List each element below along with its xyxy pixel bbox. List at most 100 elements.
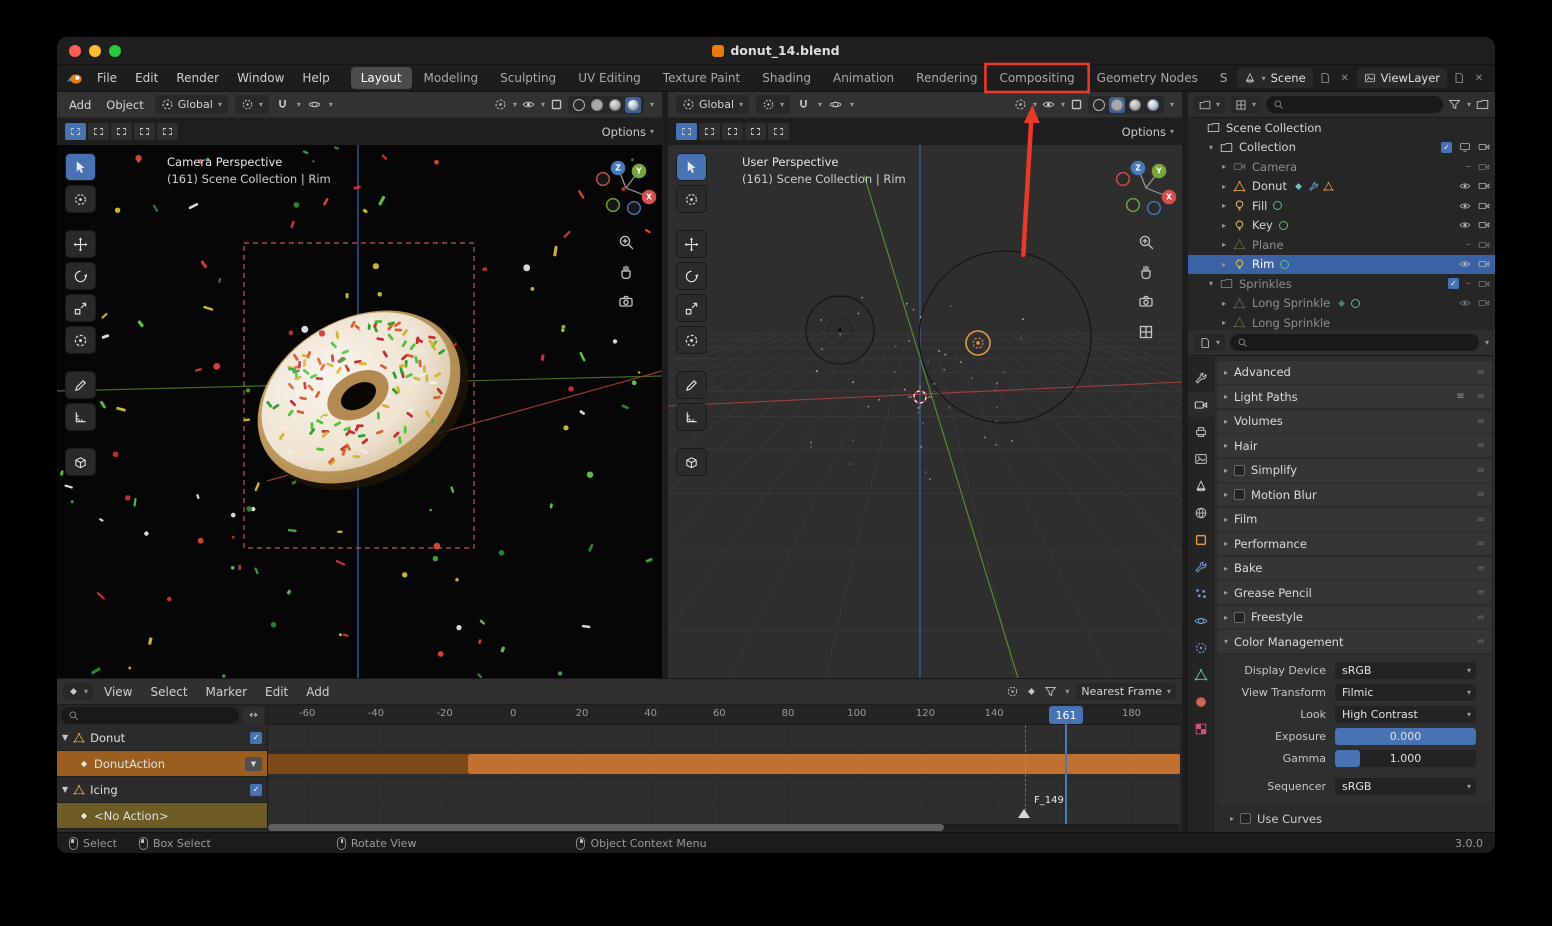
viewport-canvas[interactable] (57, 145, 662, 678)
panel-simplify[interactable]: ▸Simplify= (1217, 459, 1492, 482)
editor-type-select[interactable]: ▾ (1194, 334, 1225, 351)
channel-no-action[interactable]: <No Action> (57, 803, 267, 829)
annotate-tool[interactable] (65, 371, 96, 399)
panel-volumes[interactable]: ▸Volumes= (1217, 410, 1492, 433)
menu-render[interactable]: Render (167, 68, 228, 88)
workspace-tab-geometry-nodes[interactable]: Geometry Nodes (1087, 67, 1208, 89)
proportional-edit-toggle[interactable] (308, 98, 321, 111)
rotate-tool[interactable] (65, 262, 96, 290)
channel-search-input[interactable] (61, 707, 239, 724)
workspace-tab-shading[interactable]: Shading (752, 67, 821, 89)
timeline-menu-marker[interactable]: Marker (197, 682, 256, 702)
shading-solid[interactable] (589, 97, 605, 113)
expand-toggle[interactable]: ▸ (1219, 260, 1229, 269)
frame-ruler[interactable]: -60-40-20020406080100120140180 (268, 705, 1180, 725)
snap-toggle[interactable] (276, 98, 289, 111)
timeline-menu-add[interactable]: Add (297, 682, 338, 702)
snap-toggle[interactable] (797, 98, 810, 111)
shading-rendered[interactable] (1145, 97, 1161, 113)
properties-tab-render[interactable] (1188, 392, 1214, 417)
add-cube-tool[interactable] (676, 448, 707, 476)
checkbox-icon[interactable]: ✓ (1441, 142, 1452, 153)
channel-checkbox[interactable]: ✓ (250, 732, 262, 744)
timeline-scrollbar[interactable] (268, 824, 1180, 831)
timeline-menu-select[interactable]: Select (142, 682, 197, 702)
select-mode-2[interactable] (722, 123, 743, 140)
scene-selector[interactable]: ▾Scene (1237, 68, 1313, 88)
scrollbar-thumb[interactable] (268, 824, 944, 831)
select-mode-3[interactable] (134, 123, 155, 140)
new-collection-button[interactable] (1476, 98, 1489, 111)
cursor-tool[interactable] (676, 185, 707, 213)
show-overlays-toggle[interactable] (522, 98, 535, 111)
panel-film[interactable]: ▸Film= (1217, 508, 1492, 531)
outliner-item-donut[interactable]: ▸Donut (1188, 177, 1495, 197)
transform-orientation-select[interactable]: Global▾ (676, 95, 749, 114)
move-tool[interactable] (676, 230, 707, 258)
marker-label[interactable]: F_149 (1034, 795, 1064, 806)
expand-toggle[interactable]: ▸ (1219, 318, 1229, 327)
eye-icon[interactable] (1459, 200, 1471, 212)
outliner-item-collection[interactable]: ▾Collection✓ (1188, 138, 1495, 158)
camera-visibility-icon[interactable] (1478, 297, 1490, 309)
display-device-select[interactable]: sRGB▾ (1335, 662, 1476, 679)
expand-toggle[interactable]: ▸ (1219, 201, 1229, 210)
look-select[interactable]: High Contrast▾ (1335, 706, 1476, 723)
menu-help[interactable]: Help (293, 68, 338, 88)
timeline-menu-view[interactable]: View (95, 682, 141, 702)
minimize-button[interactable] (89, 45, 101, 57)
workspace-tab-compositing[interactable]: Compositing (989, 67, 1084, 89)
properties-tab-output[interactable] (1188, 419, 1214, 444)
properties-tab-material[interactable] (1188, 689, 1214, 714)
panel-bake[interactable]: ▸Bake= (1217, 557, 1492, 580)
camera-visibility-icon[interactable] (1478, 141, 1490, 153)
new-viewlayer-button[interactable] (1451, 70, 1467, 86)
editor-type-select[interactable]: ▾ (63, 683, 93, 700)
select-box-tool[interactable] (676, 153, 707, 181)
properties-tab-view-layer[interactable] (1188, 446, 1214, 471)
outliner-item-long-sprinkle[interactable]: ▸Long Sprinkle (1188, 294, 1495, 314)
expand-toggle[interactable]: ▼ (62, 733, 68, 742)
snap-mode-select[interactable]: Nearest Frame▾ (1076, 683, 1176, 700)
measure-tool[interactable] (65, 403, 96, 431)
checkbox-icon[interactable]: ✓ (1448, 278, 1459, 289)
expand-toggle[interactable]: ▾ (1206, 143, 1216, 152)
outliner-item-plane[interactable]: ▸Plane– (1188, 235, 1495, 255)
keying-icon[interactable] (1026, 686, 1037, 697)
select-mode-4[interactable] (768, 123, 789, 140)
only-selected-icon[interactable] (1006, 685, 1019, 698)
camera-visibility-icon[interactable] (1478, 161, 1490, 173)
shading-material[interactable] (607, 97, 623, 113)
properties-tab-particles[interactable] (1188, 581, 1214, 606)
properties-tab-object-data[interactable] (1188, 662, 1214, 687)
panel-checkbox[interactable] (1234, 489, 1245, 500)
panel-checkbox[interactable] (1234, 612, 1245, 623)
display-mode-select[interactable]: ▾ (1230, 96, 1261, 113)
measure-tool[interactable] (676, 403, 707, 431)
options-dropdown[interactable]: Options▾ (1122, 125, 1174, 139)
scale-tool[interactable] (65, 294, 96, 322)
properties-tab-scene[interactable] (1188, 473, 1214, 498)
select-mode-0[interactable] (65, 123, 86, 140)
workspace-tab-texture-paint[interactable]: Texture Paint (653, 67, 750, 89)
select-box-tool[interactable] (65, 153, 96, 181)
push-down-button[interactable]: ▼ (245, 757, 262, 771)
viewport-canvas[interactable] (668, 145, 1182, 678)
expand-channels-button[interactable]: ↔ (243, 707, 264, 724)
gamma-slider[interactable]: 1.000 (1335, 750, 1476, 767)
data-path-chevron[interactable]: ▾ (1485, 338, 1489, 347)
scale-tool[interactable] (676, 294, 707, 322)
channel-icing[interactable]: ▼Icing✓ (57, 777, 267, 803)
transform-orientation-select[interactable]: Global▾ (155, 95, 228, 114)
pivot-point-select[interactable]: ▾ (756, 95, 790, 114)
select-mode-3[interactable] (745, 123, 766, 140)
marker-triangle[interactable] (1018, 809, 1030, 818)
expand-toggle[interactable]: ▸ (1219, 240, 1229, 249)
properties-tab-modifiers[interactable] (1188, 554, 1214, 579)
use-curves-checkbox[interactable] (1240, 813, 1251, 824)
outliner-item-sprinkles[interactable]: ▾Sprinkles✓– (1188, 274, 1495, 294)
add-cube-tool[interactable] (65, 448, 96, 476)
close-button[interactable] (69, 45, 81, 57)
current-frame-indicator[interactable]: 161 (1049, 706, 1083, 724)
outliner-item-long-sprinkle[interactable]: ▸Long Sprinkle (1188, 313, 1495, 330)
